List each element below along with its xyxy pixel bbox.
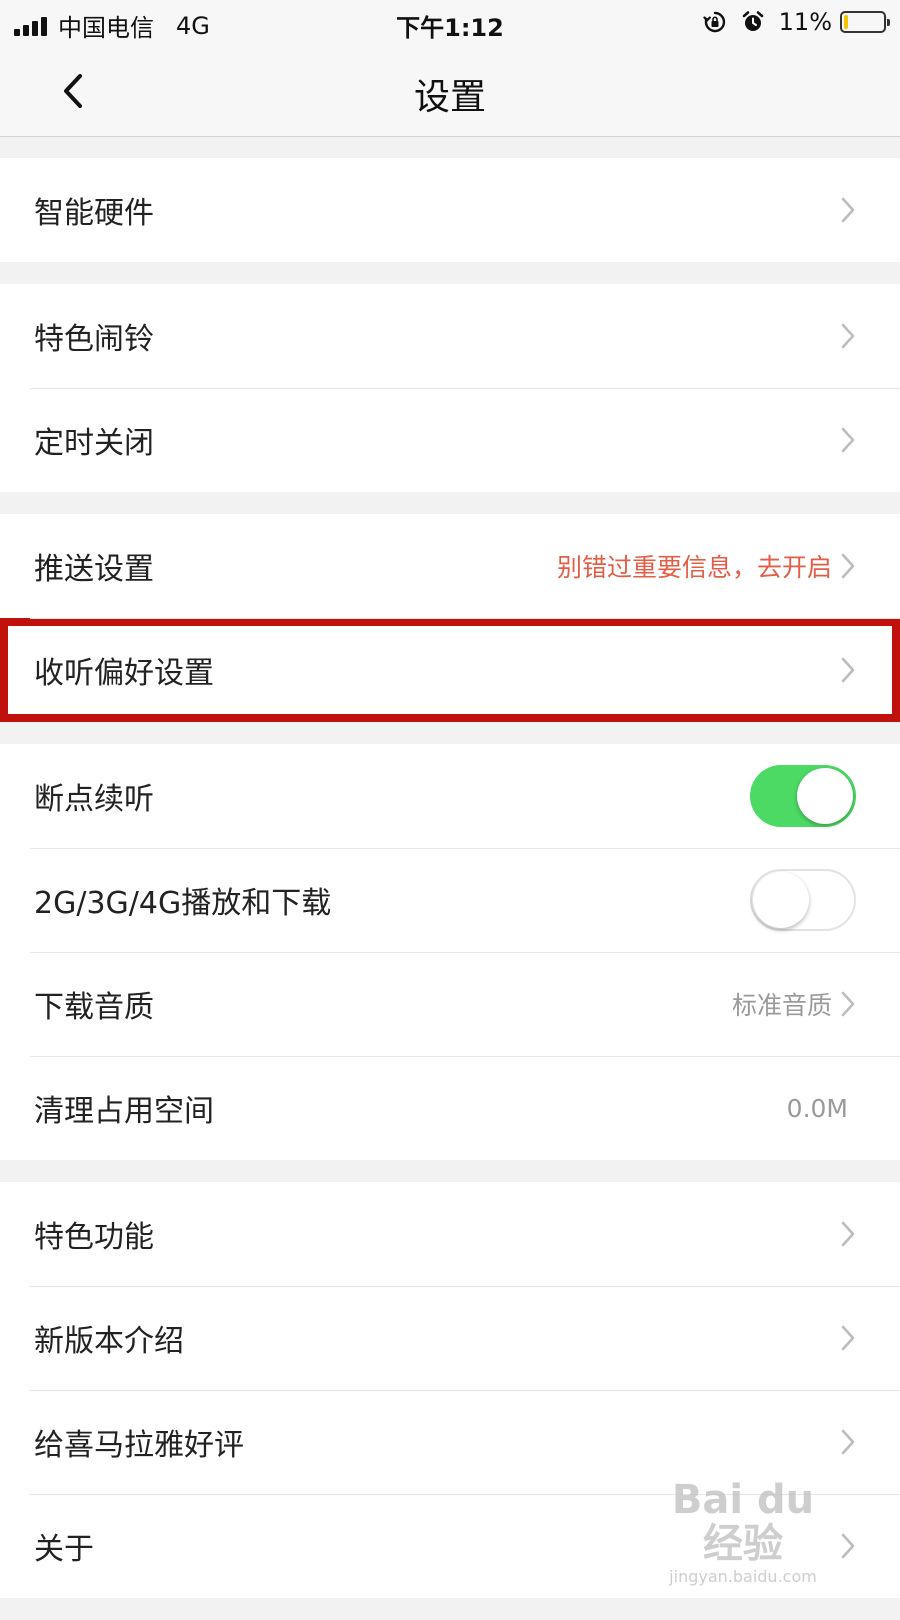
chevron-right-icon <box>841 991 855 1017</box>
alarm-icon <box>742 11 763 31</box>
settings-row-label: 推送设置 <box>34 552 154 587</box>
watermark-url: jingyan.baidu.com <box>669 1567 817 1586</box>
status-right: 11% <box>703 8 890 36</box>
baidu-jingyan-watermark: Bai du 经验 jingyan.baidu.com <box>648 1477 838 1586</box>
settings-row[interactable]: 下载音质 标准音质 <box>0 952 900 1056</box>
settings-row[interactable]: 智能硬件 <box>0 158 900 262</box>
nav-bar: 设置 <box>0 46 900 137</box>
chevron-right-icon <box>841 657 855 683</box>
settings-group: 智能硬件 <box>0 158 900 262</box>
battery-percent: 11% <box>778 8 832 36</box>
chevron-right-icon <box>841 323 855 349</box>
chevron-right-icon <box>841 427 855 453</box>
settings-row[interactable]: 特色功能 <box>0 1182 900 1286</box>
settings-row-label: 断点续听 <box>34 782 154 817</box>
settings-row-value: 别错过重要信息，去开启 <box>556 553 832 582</box>
toggle-switch[interactable] <box>750 869 856 931</box>
chevron-right-icon <box>841 1221 855 1247</box>
settings-row-label: 下载音质 <box>34 990 154 1025</box>
rotation-lock-icon <box>703 11 725 33</box>
settings-group: 特色闹铃 定时关闭 <box>0 284 900 492</box>
toggle-switch[interactable] <box>750 765 856 827</box>
settings-row-label: 收听偏好设置 <box>34 656 214 691</box>
battery-level <box>844 15 848 29</box>
settings-row-label: 特色闹铃 <box>34 322 154 357</box>
settings-row[interactable]: 清理占用空间 0.0M <box>0 1056 900 1160</box>
settings-row[interactable]: 收听偏好设置 <box>0 618 900 722</box>
settings-row[interactable]: 新版本介绍 <box>0 1286 900 1390</box>
settings-row[interactable]: 推送设置 别错过重要信息，去开启 <box>0 514 900 618</box>
settings-row-label: 清理占用空间 <box>34 1094 214 1129</box>
settings-row-label: 2G/3G/4G播放和下载 <box>34 886 332 921</box>
settings-group: 推送设置 别错过重要信息，去开启收听偏好设置 <box>0 514 900 722</box>
chevron-right-icon <box>841 197 855 223</box>
settings-group: 断点续听 2G/3G/4G播放和下载 下载音质 标准音质清理占用空间 0.0M <box>0 744 900 1160</box>
chevron-right-icon <box>841 553 855 579</box>
settings-row-label: 定时关闭 <box>34 426 154 461</box>
chevron-right-icon <box>841 1429 855 1455</box>
settings-row-label: 新版本介绍 <box>34 1324 184 1359</box>
toggle-knob <box>797 768 853 824</box>
battery-icon <box>840 11 890 33</box>
chevron-right-icon <box>841 1325 855 1351</box>
settings-row-label: 智能硬件 <box>34 196 154 231</box>
settings-row-label: 给喜马拉雅好评 <box>34 1428 244 1463</box>
settings-row-value: 标准音质 <box>731 991 832 1020</box>
settings-row[interactable]: 定时关闭 <box>0 388 900 492</box>
page-title: 设置 <box>413 77 486 118</box>
settings-row: 2G/3G/4G播放和下载 <box>0 848 900 952</box>
settings-row-label: 特色功能 <box>34 1220 154 1255</box>
toggle-knob <box>753 872 809 928</box>
settings-row-value: 0.0M <box>786 1093 848 1123</box>
settings-list: 智能硬件特色闹铃定时关闭推送设置 别错过重要信息，去开启收听偏好设置 断点续听 2G/… <box>0 158 900 1620</box>
status-bar: 中国电信 4G 下午1:12 11% <box>0 0 900 46</box>
settings-row: 断点续听 <box>0 744 900 848</box>
chevron-right-icon <box>841 1533 855 1559</box>
settings-row[interactable]: 特色闹铃 <box>0 284 900 388</box>
watermark-logo-text: Bai du 经验 <box>671 1477 815 1567</box>
